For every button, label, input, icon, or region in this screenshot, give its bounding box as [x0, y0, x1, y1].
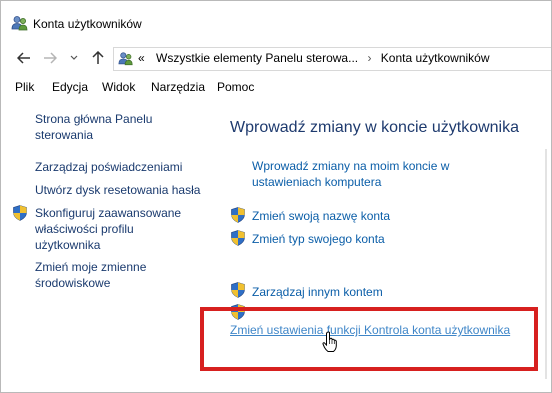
- link-label: ustawieniach komputera: [252, 175, 382, 189]
- sidebar-item-label: Utwórz dysk resetowania hasła: [35, 183, 201, 197]
- breadcrumb-user-accounts[interactable]: Konta użytkowników: [381, 51, 490, 65]
- link-manage-another-account[interactable]: Zarządzaj innym kontem: [252, 284, 383, 300]
- breadcrumb-separator[interactable]: ›: [367, 51, 371, 65]
- menu-file[interactable]: Plik: [15, 80, 34, 94]
- menu-edit[interactable]: Edycja: [52, 80, 88, 94]
- link-label: Zmień typ swojego konta: [252, 232, 385, 246]
- link-change-account-name[interactable]: Zmień swoją nazwę konta: [252, 208, 390, 224]
- sidebar-item-control-panel-home[interactable]: Strona główna Panelu sterowania: [35, 111, 152, 143]
- link-change-account-type[interactable]: Zmień typ swojego konta: [252, 231, 385, 247]
- sidebar-item-create-password-reset-disk[interactable]: Utwórz dysk resetowania hasła: [35, 182, 200, 198]
- forward-arrow-icon[interactable]: [41, 49, 59, 67]
- sidebar-item-environment-variables[interactable]: Zmień moje zmienne środowiskowe: [35, 259, 146, 291]
- link-label: Wprowadź zmiany na moim koncie w: [252, 159, 450, 173]
- hand-pointer-cursor-icon: [322, 331, 338, 356]
- page-title: Wprowadź zmiany w koncie użytkownika: [230, 119, 519, 136]
- sidebar-item-label: Skonfiguruj zaawansowane: [35, 206, 182, 220]
- sidebar-item-label: środowiskowe: [35, 276, 111, 290]
- navigation-bar: « Wszystkie elementy Panelu sterowa... ›…: [1, 41, 551, 75]
- sidebar-item-label: Zarządzaj poświadczeniami: [35, 160, 183, 174]
- user-accounts-icon: [11, 15, 29, 34]
- uac-shield-icon: [13, 205, 27, 221]
- sidebar: Strona główna Panelu sterowania Zarządza…: [1, 99, 211, 392]
- up-arrow-icon[interactable]: [89, 49, 107, 67]
- address-bar[interactable]: « Wszystkie elementy Panelu sterowa... ›…: [113, 47, 551, 71]
- sidebar-item-label: Zmień moje zmienne: [35, 260, 147, 274]
- sidebar-item-manage-credentials[interactable]: Zarządzaj poświadczeniami: [35, 159, 182, 175]
- link-label: Zarządzaj innym kontem: [252, 285, 383, 299]
- link-label: Zmień swoją nazwę konta: [252, 209, 391, 223]
- breadcrumb: « Wszystkie elementy Panelu sterowa... ›…: [138, 51, 490, 65]
- menu-help[interactable]: Pomoc: [217, 80, 254, 94]
- recent-locations-chevron-icon[interactable]: [65, 49, 83, 67]
- uac-shield-icon: [231, 230, 245, 246]
- breadcrumb-overflow[interactable]: «: [138, 51, 145, 65]
- back-arrow-icon[interactable]: [15, 49, 33, 67]
- uac-shield-icon: [231, 282, 245, 298]
- menu-bar: Plik Edycja Widok Narzędzia Pomoc: [1, 75, 551, 97]
- sidebar-item-advanced-profile-properties[interactable]: Skonfiguruj zaawansowane właściwości pro…: [35, 205, 181, 253]
- highlight-box: [200, 307, 538, 371]
- sidebar-item-label: użytkownika: [35, 238, 101, 252]
- sidebar-item-label: Strona główna Panelu: [35, 112, 153, 126]
- sidebar-item-label: sterowania: [35, 128, 94, 142]
- uac-shield-icon: [231, 207, 245, 223]
- menu-view[interactable]: Widok: [102, 80, 135, 94]
- scrollbar[interactable]: [545, 149, 547, 379]
- sidebar-item-label: właściwości profilu: [35, 222, 134, 236]
- window-title: Konta użytkowników: [33, 17, 142, 31]
- user-accounts-icon: [118, 51, 134, 69]
- menu-tools[interactable]: Narzędzia: [151, 80, 205, 94]
- breadcrumb-all-control-panel-items[interactable]: Wszystkie elementy Panelu sterowa...: [156, 51, 358, 65]
- title-bar: Konta użytkowników: [1, 1, 551, 39]
- link-change-account-in-pc-settings[interactable]: Wprowadź zmiany na moim koncie w ustawie…: [252, 158, 449, 190]
